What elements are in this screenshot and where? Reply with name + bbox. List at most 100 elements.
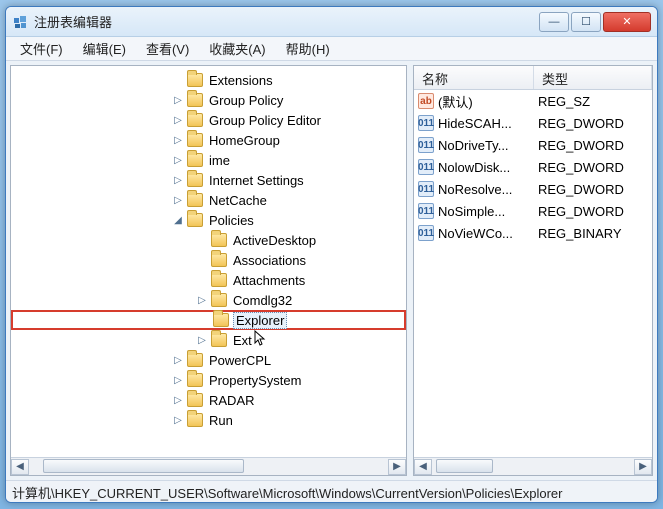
tree-node-label: Explorer: [233, 312, 287, 329]
menu-file[interactable]: 文件(F): [10, 37, 73, 60]
list-body[interactable]: ab(默认)REG_SZ011HideSCAH...REG_DWORD011No…: [414, 90, 652, 457]
folder-icon: [187, 93, 203, 107]
binary-value-icon: 011: [418, 137, 434, 153]
scroll-thumb[interactable]: [436, 459, 493, 473]
title-bar[interactable]: 注册表编辑器 — ☐ ✕: [6, 7, 657, 37]
app-icon: [12, 14, 28, 30]
folder-icon: [187, 393, 203, 407]
expander-icon[interactable]: ▷: [171, 373, 185, 387]
value-name: NolowDisk...: [438, 160, 538, 175]
folder-icon: [187, 133, 203, 147]
tree-node-group-policy[interactable]: ▷Group Policy: [11, 90, 406, 110]
expander-icon[interactable]: ▷: [195, 293, 209, 307]
scroll-right-icon[interactable]: ▶: [388, 459, 406, 475]
scroll-left-icon[interactable]: ◀: [11, 459, 29, 475]
close-button[interactable]: ✕: [603, 12, 651, 32]
tree-node-label: Run: [207, 413, 235, 428]
menu-view[interactable]: 查看(V): [136, 37, 199, 60]
tree-node-attachments[interactable]: ▷Attachments: [11, 270, 406, 290]
expander-icon[interactable]: ◢: [171, 213, 185, 227]
expander-icon[interactable]: ▷: [195, 333, 209, 347]
value-type: REG_DWORD: [538, 160, 652, 175]
value-type: REG_DWORD: [538, 116, 652, 131]
tree-node-label: Internet Settings: [207, 173, 306, 188]
list-row[interactable]: 011NoDriveTy...REG_DWORD: [414, 134, 652, 156]
tree-node-label: ime: [207, 153, 232, 168]
list-row[interactable]: 011NoSimple...REG_DWORD: [414, 200, 652, 222]
list-row[interactable]: 011NolowDisk...REG_DWORD: [414, 156, 652, 178]
status-bar: 计算机\HKEY_CURRENT_USER\Software\Microsoft…: [6, 480, 657, 502]
tree-node-netcache[interactable]: ▷NetCache: [11, 190, 406, 210]
value-name: (默认): [438, 92, 538, 111]
scroll-thumb[interactable]: [43, 459, 244, 473]
tree-node-comdlg32[interactable]: ▷ Comdlg32: [11, 290, 406, 310]
folder-icon: [211, 333, 227, 347]
tree-node-run[interactable]: ▷ Run: [11, 410, 406, 430]
list-hscrollbar[interactable]: ◀ ▶: [414, 457, 652, 475]
folder-icon: [211, 233, 227, 247]
tree-node-policies[interactable]: ◢Policies: [11, 210, 406, 230]
tree-node-homegroup[interactable]: ▷HomeGroup: [11, 130, 406, 150]
scroll-right-icon[interactable]: ▶: [634, 459, 652, 475]
menu-favorites[interactable]: 收藏夹(A): [199, 37, 275, 60]
window-title: 注册表编辑器: [34, 12, 539, 31]
tree-node-label: Extensions: [207, 73, 275, 88]
tree-node-ext[interactable]: ▷Ext: [11, 330, 406, 350]
folder-icon: [187, 353, 203, 367]
list-pane: 名称 类型 ab(默认)REG_SZ011HideSCAH...REG_DWOR…: [413, 65, 653, 476]
tree-body[interactable]: ▷Extensions▷Group Policy▷Group Policy Ed…: [11, 66, 406, 457]
tree-node-extensions[interactable]: ▷Extensions: [11, 70, 406, 90]
tree-node-explorer[interactable]: ▷Explorer: [11, 310, 406, 330]
tree-node-powercpl[interactable]: ▷PowerCPL: [11, 350, 406, 370]
list-row[interactable]: 011NoResolve...REG_DWORD: [414, 178, 652, 200]
expander-icon[interactable]: ▷: [171, 133, 185, 147]
col-type[interactable]: 类型: [534, 66, 652, 89]
binary-value-icon: 011: [418, 203, 434, 219]
binary-value-icon: 011: [418, 115, 434, 131]
folder-icon: [187, 413, 203, 427]
minimize-button[interactable]: —: [539, 12, 569, 32]
folder-icon: [211, 293, 227, 307]
tree-node-propertysystem[interactable]: ▷PropertySystem: [11, 370, 406, 390]
folder-icon: [187, 193, 203, 207]
tree-node-internet-settings[interactable]: ▷ Internet Settings: [11, 170, 406, 190]
expander-icon[interactable]: ▷: [171, 153, 185, 167]
folder-icon: [187, 213, 203, 227]
list-row[interactable]: 011HideSCAH...REG_DWORD: [414, 112, 652, 134]
tree-node-label: Comdlg32: [231, 293, 294, 308]
expander-icon[interactable]: ▷: [171, 173, 185, 187]
menu-help[interactable]: 帮助(H): [276, 37, 340, 60]
scroll-track[interactable]: [432, 459, 634, 475]
expander-icon[interactable]: ▷: [171, 353, 185, 367]
expander-icon[interactable]: ▷: [171, 113, 185, 127]
scroll-track[interactable]: [29, 459, 388, 475]
menu-edit[interactable]: 编辑(E): [73, 37, 136, 60]
folder-icon: [187, 73, 203, 87]
scroll-left-icon[interactable]: ◀: [414, 459, 432, 475]
tree-node-label: RADAR: [207, 393, 257, 408]
menu-bar: 文件(F) 编辑(E) 查看(V) 收藏夹(A) 帮助(H): [6, 37, 657, 61]
list-row[interactable]: 011NoVieWCo...REG_BINARY: [414, 222, 652, 244]
tree-node-radar[interactable]: ▷ RADAR: [11, 390, 406, 410]
folder-icon: [213, 313, 229, 327]
value-name: NoSimple...: [438, 204, 538, 219]
tree-node-group-policy-editor[interactable]: ▷Group Policy Editor: [11, 110, 406, 130]
tree-node-associations[interactable]: ▷Associations: [11, 250, 406, 270]
tree-node-ime[interactable]: ▷ ime: [11, 150, 406, 170]
col-name[interactable]: 名称: [414, 66, 534, 89]
tree-node-activedesktop[interactable]: ▷ActiveDesktop: [11, 230, 406, 250]
expander-icon[interactable]: ▷: [171, 193, 185, 207]
expander-icon[interactable]: ▷: [171, 413, 185, 427]
value-type: REG_BINARY: [538, 226, 652, 241]
list-row[interactable]: ab(默认)REG_SZ: [414, 90, 652, 112]
folder-icon: [187, 153, 203, 167]
tree-hscrollbar[interactable]: ◀ ▶: [11, 457, 406, 475]
string-value-icon: ab: [418, 93, 434, 109]
value-name: NoDriveTy...: [438, 138, 538, 153]
expander-icon[interactable]: ▷: [171, 393, 185, 407]
maximize-button[interactable]: ☐: [571, 12, 601, 32]
folder-icon: [211, 253, 227, 267]
value-type: REG_SZ: [538, 94, 652, 109]
expander-icon[interactable]: ▷: [171, 93, 185, 107]
window-controls: — ☐ ✕: [539, 12, 651, 32]
